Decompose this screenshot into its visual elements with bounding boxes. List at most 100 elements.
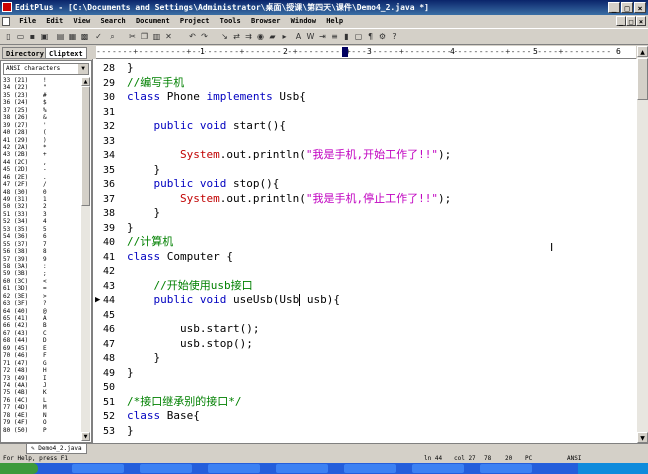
code-line[interactable]: 30 class Phone implements Usb{ (93, 90, 633, 105)
code-line[interactable]: 48 } (93, 351, 633, 366)
find-icon[interactable]: ⌕ (107, 31, 118, 42)
copy-icon[interactable]: ❐ (139, 31, 150, 42)
cliptext-item[interactable]: 41 (29)) (3, 137, 79, 144)
tab-directory[interactable]: Directory (2, 47, 48, 59)
cliptext-item[interactable]: 44 (2C), (3, 159, 79, 166)
line-number-icon[interactable]: ≡ (329, 31, 340, 42)
editplus-app-icon[interactable] (2, 2, 12, 12)
cliptext-item[interactable]: 45 (2D) - (3, 166, 79, 173)
redo-icon[interactable]: ↷ (199, 31, 210, 42)
code-line[interactable]: 37 System.out.println("我是手机,停止工作了!!"); (93, 192, 633, 207)
cliptext-item[interactable]: 55 (37) 7 (3, 241, 79, 248)
undo-icon[interactable]: ↶ (187, 31, 198, 42)
cliptext-item[interactable]: 67 (43) C (3, 330, 79, 337)
code-line[interactable]: ▶ 44 public void useUsb(Usb usb){ (93, 293, 633, 308)
cliptext-item[interactable]: 42 (2A) * (3, 144, 79, 151)
code-line[interactable]: 45 (93, 308, 633, 323)
cliptext-library-select[interactable]: ANSI characters ▼ (3, 63, 89, 75)
cliptext-item[interactable]: 70 (46) F (3, 352, 79, 359)
code-line[interactable]: 28} (93, 61, 633, 76)
cliptext-item[interactable]: 63 (3F)? (3, 300, 79, 307)
save-all-icon[interactable]: ▣ (39, 31, 50, 42)
maximize-button[interactable]: □ (621, 2, 633, 13)
cliptext-item[interactable]: 66 (42) B (3, 322, 79, 329)
code-line[interactable]: 35 } (93, 163, 633, 178)
cliptext-item[interactable]: 61 (3D) = (3, 285, 79, 292)
cliptext-item[interactable]: 54 (36) 6 (3, 233, 79, 240)
cliptext-item[interactable]: 75 (4B) K (3, 389, 79, 396)
font-icon[interactable]: A (293, 31, 304, 42)
save-icon[interactable]: ▪ (27, 31, 38, 42)
cliptext-item[interactable]: 36 (24) $ (3, 99, 79, 106)
document-tab[interactable]: ✎ Demo4_2.java (26, 444, 87, 454)
cliptext-item[interactable]: 40 (28) ( (3, 129, 79, 136)
scroll-down-arrow-icon[interactable]: ▼ (637, 432, 648, 443)
cliptext-item[interactable]: 60 (3C) < (3, 278, 79, 285)
menu-view[interactable]: View (70, 15, 93, 28)
scroll-up-arrow-icon[interactable]: ▲ (637, 46, 648, 57)
cliptext-item[interactable]: 76 (4C) L (3, 397, 79, 404)
tab-cliptext[interactable]: Cliptext (45, 47, 87, 59)
code-line[interactable]: 49} (93, 366, 633, 381)
document-icon[interactable] (2, 16, 10, 26)
settings-icon[interactable]: ⚙ (377, 31, 388, 42)
editor-vertical-scrollbar[interactable]: ▲ ▼ (637, 46, 648, 443)
open-folder-icon[interactable]: ▭ (15, 31, 26, 42)
paste-icon[interactable]: ▥ (151, 31, 162, 42)
chevron-down-icon[interactable]: ▼ (78, 64, 88, 74)
menu-file[interactable]: File (16, 15, 39, 28)
delete-icon[interactable]: ✕ (163, 31, 174, 42)
doc-minimize-button[interactable]: _ (616, 16, 626, 26)
scroll-up-arrow-icon[interactable]: ▲ (81, 77, 90, 86)
menu-browser[interactable]: Browser (248, 15, 284, 28)
taskbar-button[interactable] (480, 464, 532, 473)
cliptext-item[interactable]: 64 (40) @ (3, 308, 79, 315)
code-line[interactable]: 33 (93, 134, 633, 149)
cliptext-item[interactable]: 53 (35) 5 (3, 226, 79, 233)
cliptext-item[interactable]: 49 (31) 1 (3, 196, 79, 203)
ruler-icon[interactable]: ⇥ (317, 31, 328, 42)
cliptext-item[interactable]: 51 (33) 3 (3, 211, 79, 218)
cliptext-item[interactable]: 38 (26) & (3, 114, 79, 121)
code-line[interactable]: 29 //编写手机 (93, 76, 633, 91)
code-line[interactable]: 43 //开始使用usb接口 (93, 279, 633, 294)
cliptext-item[interactable]: 50 (32) 2 (3, 203, 79, 210)
doc-close-button[interactable]: × (636, 16, 646, 26)
replace-icon[interactable]: ⇄ (231, 31, 242, 42)
whitespace-icon[interactable]: ¶ (365, 31, 376, 42)
cliptext-item[interactable]: 78 (4E) N (3, 412, 79, 419)
replace-all-icon[interactable]: ⇉ (243, 31, 254, 42)
cliptext-item[interactable]: 39 (27) ' (3, 122, 79, 129)
new-file-icon[interactable]: ▯ (3, 31, 14, 42)
code-line[interactable]: 38 } (93, 206, 633, 221)
cliptext-item[interactable]: 37 (25)% (3, 107, 79, 114)
code-line[interactable]: 40 //计算机 (93, 235, 633, 250)
code-line[interactable]: 52 class Base{ (93, 409, 633, 424)
editor-scroll-thumb[interactable] (637, 58, 648, 100)
taskbar-button[interactable] (72, 464, 124, 473)
code-line[interactable]: 53} (93, 424, 633, 439)
fullscreen-icon[interactable]: ▢ (353, 31, 364, 42)
cliptext-item[interactable]: 35 (23) # (3, 92, 79, 99)
cliptext-item[interactable]: 52 (34) 4 (3, 218, 79, 225)
cliptext-item[interactable]: 43 (2B) + (3, 151, 79, 158)
code-line[interactable]: 34 System.out.println("我是手机,开始工作了!!"); (93, 148, 633, 163)
cliptext-item[interactable]: 56 (38) 8 (3, 248, 79, 255)
cliptext-item[interactable]: 72 (48) H (3, 367, 79, 374)
cliptext-item[interactable]: 59 (3B); (3, 270, 79, 277)
menu-search[interactable]: Search (97, 15, 128, 28)
code-line[interactable]: 41 class Computer { (93, 250, 633, 265)
menu-tools[interactable]: Tools (217, 15, 244, 28)
spell-check-icon[interactable]: ✓ (93, 31, 104, 42)
copy-page-icon[interactable]: ▤ (55, 31, 66, 42)
menu-project[interactable]: Project (177, 15, 213, 28)
code-line[interactable]: 42 (93, 264, 633, 279)
cliptext-scrollbar[interactable]: ▲ ▼ (81, 77, 90, 441)
cliptext-item[interactable]: 48 (30) 0 (3, 189, 79, 196)
code-line[interactable]: 47 usb.stop(); (93, 337, 633, 352)
code-line[interactable]: 32 public void start(){ (93, 119, 633, 134)
cliptext-item[interactable]: 58 (3A): (3, 263, 79, 270)
taskbar-button[interactable] (140, 464, 192, 473)
cliptext-item[interactable]: 47 (2F) / (3, 181, 79, 188)
cliptext-item[interactable]: 46 (2E). (3, 174, 79, 181)
